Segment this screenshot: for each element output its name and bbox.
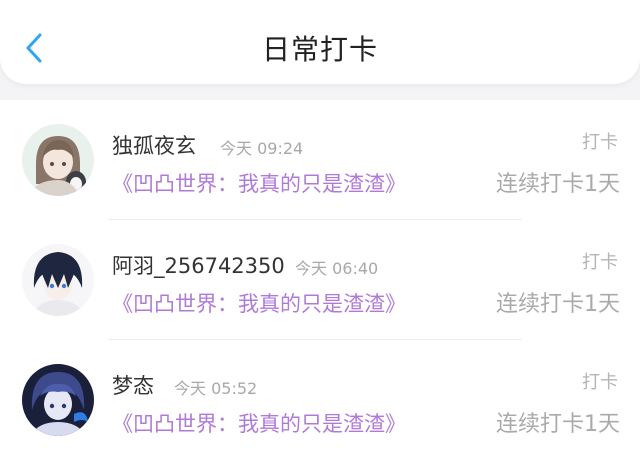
- avatar[interactable]: [22, 364, 94, 436]
- streak-count: 连续打卡1天: [496, 292, 620, 317]
- book-title-link[interactable]: 《凹凸世界：我真的只是渣渣》: [112, 168, 406, 198]
- checkin-time: 今天 06:40: [295, 259, 379, 278]
- checkin-time: 今天 09:24: [220, 139, 304, 158]
- page-title: 日常打卡: [261, 33, 378, 66]
- list-item[interactable]: 独孤夜玄 今天 09:24 《凹凸世界：我真的只是渣渣》 打卡 连续打卡1天: [0, 100, 640, 220]
- checkin-tag: 打卡: [582, 132, 618, 153]
- streak-count: 连续打卡1天: [496, 172, 620, 197]
- header-bar: 日常打卡: [0, 0, 640, 84]
- list-item[interactable]: 梦态 今天 05:52 《凹凸世界：我真的只是渣渣》 打卡 连续打卡1天: [0, 340, 640, 457]
- checkin-time: 今天 05:52: [174, 379, 258, 398]
- user-name[interactable]: 梦态: [112, 370, 154, 400]
- streak-count: 连续打卡1天: [496, 412, 620, 437]
- book-title-link[interactable]: 《凹凸世界：我真的只是渣渣》: [112, 288, 406, 318]
- checkin-list: 独孤夜玄 今天 09:24 《凹凸世界：我真的只是渣渣》 打卡 连续打卡1天 阿…: [0, 100, 640, 457]
- user-name[interactable]: 独孤夜玄: [112, 130, 196, 160]
- list-item[interactable]: 阿羽_256742350 今天 06:40 《凹凸世界：我真的只是渣渣》 打卡 …: [0, 220, 640, 340]
- checkin-tag: 打卡: [582, 372, 618, 393]
- checkin-tag: 打卡: [582, 252, 618, 273]
- book-title-link[interactable]: 《凹凸世界：我真的只是渣渣》: [112, 408, 406, 438]
- avatar[interactable]: [22, 124, 94, 196]
- user-name[interactable]: 阿羽_256742350: [112, 250, 285, 280]
- avatar[interactable]: [22, 244, 94, 316]
